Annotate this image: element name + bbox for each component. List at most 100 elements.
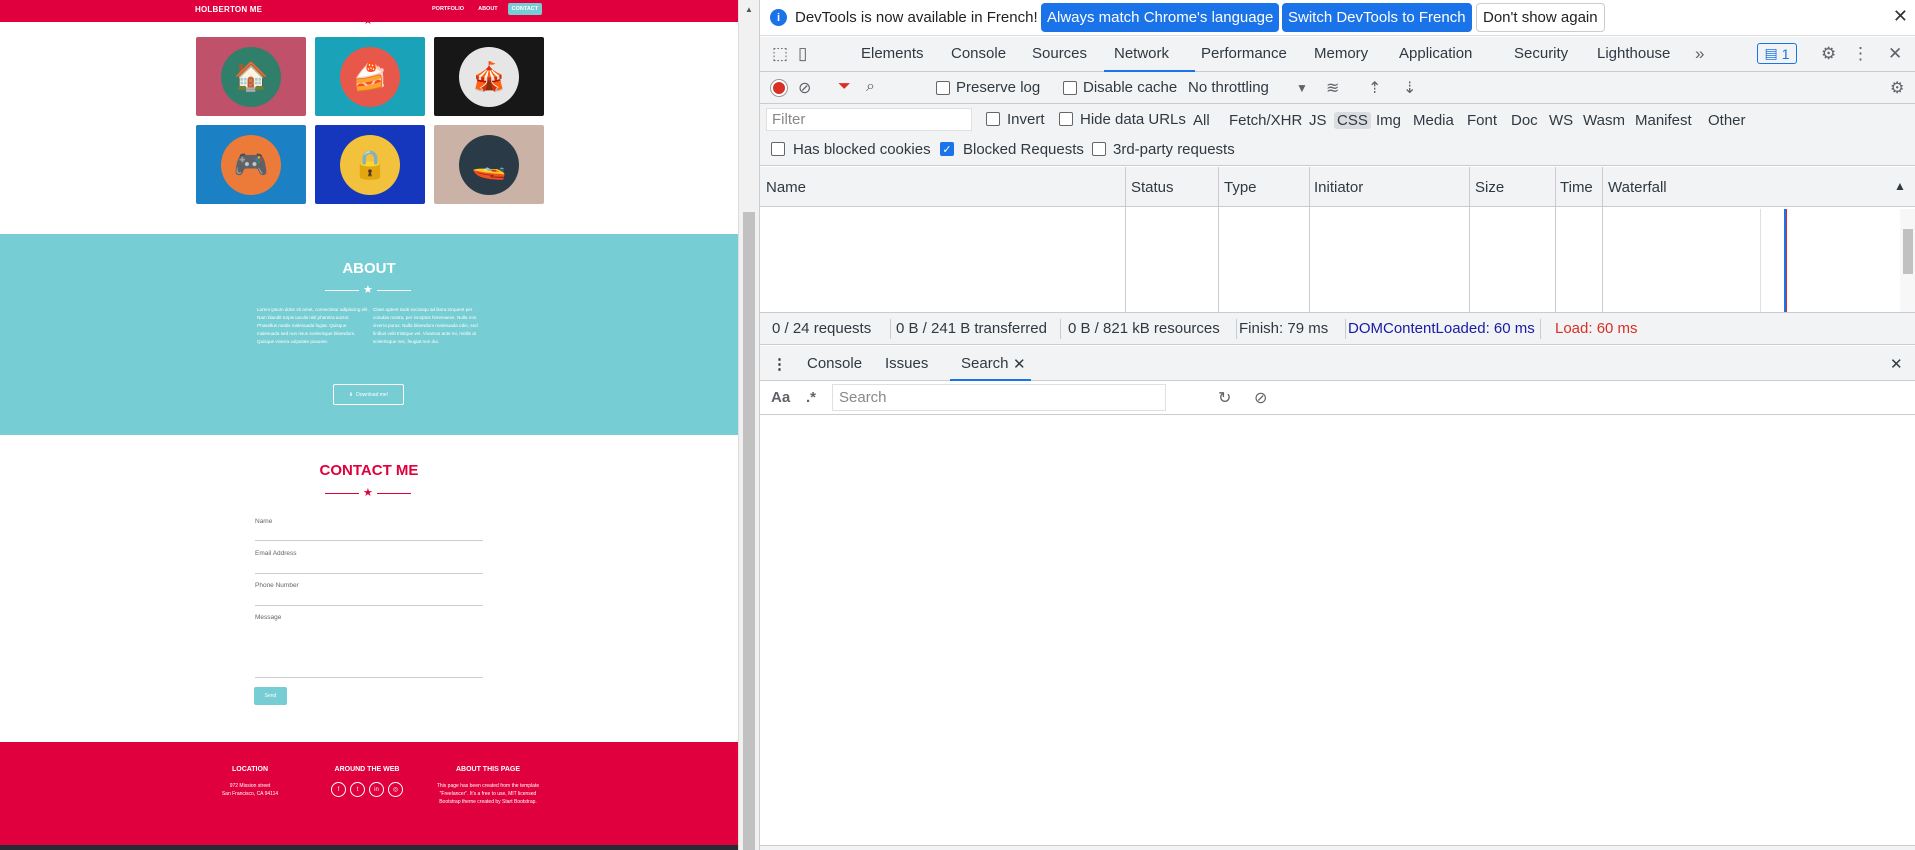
dont-show-again-button[interactable]: Don't show again	[1476, 3, 1605, 32]
regex-toggle[interactable]: .*	[806, 389, 816, 406]
device-toolbar-icon[interactable]: ▯	[798, 44, 807, 64]
drawer-tab-issues[interactable]: Issues	[885, 355, 928, 372]
portfolio-item-safe[interactable]: 🔒	[315, 125, 425, 204]
summary-requests: 0 / 24 requests	[772, 320, 872, 337]
email-field[interactable]: Email Address	[255, 550, 483, 574]
site-brand[interactable]: HOLBERTON ME	[195, 5, 262, 14]
footer-about-page: ABOUT THIS PAGE This page has been creat…	[433, 766, 543, 806]
export-har-icon[interactable]: ⇣	[1403, 78, 1416, 98]
type-media[interactable]: Media	[1410, 112, 1457, 129]
sort-up-icon[interactable]: ▲	[1894, 179, 1906, 193]
portfolio-item-game[interactable]: 🎮	[196, 125, 306, 204]
download-button[interactable]: ⬇ Download me!	[333, 384, 404, 405]
search-input[interactable]: Search	[832, 384, 1166, 411]
blocked-requests-checkbox[interactable]: ✓	[940, 142, 954, 156]
more-tabs-icon[interactable]: »	[1695, 44, 1704, 64]
linkedin-icon[interactable]: in	[369, 782, 384, 797]
type-manifest[interactable]: Manifest	[1632, 112, 1695, 129]
tab-network[interactable]: Network	[1114, 45, 1169, 62]
col-waterfall[interactable]: Waterfall	[1608, 179, 1667, 196]
tab-performance[interactable]: Performance	[1201, 45, 1287, 62]
close-icon[interactable]: ✕	[1893, 6, 1908, 27]
message-field[interactable]: Message	[255, 614, 483, 678]
always-match-language-button[interactable]: Always match Chrome's language	[1041, 3, 1280, 32]
blocked-cookies-checkbox[interactable]	[771, 142, 785, 156]
close-drawer-icon[interactable]: ✕	[1890, 355, 1903, 373]
type-ws[interactable]: WS	[1546, 112, 1576, 129]
portfolio-item-cabin[interactable]: 🏠	[196, 37, 306, 116]
type-font[interactable]: Font	[1464, 112, 1500, 129]
filter-funnel-icon[interactable]: ⏷	[838, 78, 851, 96]
portfolio-item-cake[interactable]: 🍰	[315, 37, 425, 116]
network-settings-icon[interactable]: ⚙	[1890, 78, 1904, 98]
col-status[interactable]: Status	[1131, 179, 1174, 196]
footer-around-title: AROUND THE WEB	[334, 766, 400, 773]
more-options-icon[interactable]: ⋮	[1852, 44, 1869, 64]
clear-icon[interactable]: ⊘	[798, 78, 811, 98]
send-button[interactable]: Send	[254, 687, 287, 705]
type-fetch-xhr[interactable]: Fetch/XHR	[1226, 112, 1305, 129]
dribbble-icon[interactable]: ◎	[388, 782, 403, 797]
clear-search-icon[interactable]: ⊘	[1254, 388, 1267, 408]
page-scrollbar[interactable]: ▲	[738, 0, 759, 850]
type-all[interactable]: All	[1190, 112, 1213, 129]
third-party-checkbox[interactable]	[1092, 142, 1106, 156]
hide-data-urls-checkbox[interactable]	[1059, 112, 1073, 126]
type-doc[interactable]: Doc	[1508, 112, 1541, 129]
type-js[interactable]: JS	[1306, 112, 1330, 129]
type-img[interactable]: Img	[1373, 112, 1404, 129]
phone-field[interactable]: Phone Number	[255, 582, 483, 606]
search-icon[interactable]: ⌕	[866, 78, 875, 96]
tab-memory[interactable]: Memory	[1314, 45, 1368, 62]
col-initiator[interactable]: Initiator	[1314, 179, 1363, 196]
type-other[interactable]: Other	[1705, 112, 1749, 129]
chevron-down-icon[interactable]: ▼	[1296, 81, 1308, 95]
close-search-tab-icon[interactable]: ✕	[1013, 355, 1026, 373]
type-wasm[interactable]: Wasm	[1580, 112, 1628, 129]
nav-link-about[interactable]: ABOUT	[474, 3, 502, 15]
inspect-element-icon[interactable]: ⬚	[772, 44, 788, 64]
table-scrollbar-thumb[interactable]	[1903, 229, 1913, 274]
table-scrollbar[interactable]	[1900, 209, 1915, 312]
col-type[interactable]: Type	[1224, 179, 1257, 196]
tab-security[interactable]: Security	[1514, 45, 1568, 62]
nav-link-contact[interactable]: CONTACT	[507, 3, 543, 15]
scroll-up-arrow-icon[interactable]: ▲	[745, 5, 753, 14]
invert-checkbox[interactable]	[986, 112, 1000, 126]
about-text-left: Lorem ipsum dolor sit amet, consectetur …	[257, 307, 369, 344]
filter-input[interactable]: Filter	[766, 108, 972, 131]
record-icon[interactable]	[771, 80, 787, 96]
tab-console[interactable]: Console	[951, 45, 1006, 62]
portfolio-item-circus[interactable]: 🎪	[434, 37, 544, 116]
tab-elements[interactable]: Elements	[861, 45, 924, 62]
tab-lighthouse[interactable]: Lighthouse	[1597, 45, 1670, 62]
col-time[interactable]: Time	[1560, 179, 1593, 196]
preserve-log-checkbox[interactable]	[936, 81, 950, 95]
throttling-select[interactable]: No throttling	[1188, 79, 1269, 96]
disable-cache-checkbox[interactable]	[1063, 81, 1077, 95]
scrollbar-thumb[interactable]	[743, 212, 755, 850]
tab-application[interactable]: Application	[1399, 45, 1472, 62]
nav-link-portfolio[interactable]: PORTFOLIO	[428, 3, 468, 15]
type-css[interactable]: CSS	[1334, 112, 1371, 129]
import-har-icon[interactable]: ⇡	[1368, 78, 1381, 98]
refresh-icon[interactable]: ↻	[1218, 388, 1231, 408]
col-size[interactable]: Size	[1475, 179, 1504, 196]
search-results	[760, 415, 1915, 845]
twitter-icon[interactable]: t	[350, 782, 365, 797]
drawer-menu-icon[interactable]: ⋮	[772, 355, 787, 373]
switch-to-french-button[interactable]: Switch DevTools to French	[1282, 3, 1472, 32]
network-conditions-icon[interactable]: ≋	[1326, 78, 1339, 98]
col-name[interactable]: Name	[766, 179, 806, 196]
portfolio-item-submarine[interactable]: 🚤	[434, 125, 544, 204]
footer-address-line1: 972 Mission street	[229, 783, 271, 789]
match-case-toggle[interactable]: Aa	[771, 389, 790, 406]
name-field[interactable]: Name	[255, 518, 483, 541]
tab-sources[interactable]: Sources	[1032, 45, 1087, 62]
close-devtools-icon[interactable]: ✕	[1888, 44, 1902, 64]
facebook-icon[interactable]: f	[331, 782, 346, 797]
drawer-tab-search[interactable]: Search	[961, 355, 1009, 372]
settings-gear-icon[interactable]: ⚙	[1821, 44, 1836, 64]
drawer-tab-console[interactable]: Console	[807, 355, 862, 372]
issues-badge[interactable]: ▤ 1	[1757, 43, 1797, 64]
